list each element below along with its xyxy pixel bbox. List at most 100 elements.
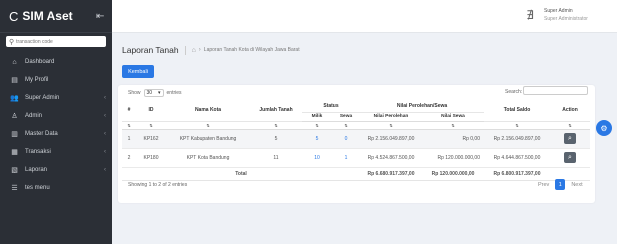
sidebar-item-master-data[interactable]: ▥ Master Data ‹ (0, 125, 112, 143)
sort-icon: ⇅ (136, 121, 166, 130)
settings-float-button[interactable]: ⚙ (596, 120, 612, 136)
search-icon: ⚲ (9, 38, 15, 46)
total-label: Total (122, 167, 360, 181)
brand: C SIM Aset ⇤ (0, 0, 112, 33)
sidebar-item-label: Super Admin (25, 95, 60, 101)
total-nilai-perolehan: Rp 6.680.917.397,00 (360, 167, 422, 181)
entries-select[interactable]: 30 ▾ (143, 89, 164, 97)
sidebar-item-my-profil[interactable]: ▤ My Profil (0, 71, 112, 89)
cell-nilai-perolehan: Rp 2.156.049.897,00 (360, 129, 422, 149)
col-header-action: Action (550, 100, 590, 122)
page-button-current[interactable]: 1 (555, 179, 566, 190)
table-row: 1 KP162 KPT Kabupaten Bandung 5 5 0 Rp 2.156.0… (122, 129, 590, 149)
cell-sewa[interactable]: 0 (332, 129, 360, 149)
table-search-label: Search: (505, 89, 523, 95)
report-icon: ▧ (11, 167, 18, 174)
transaction-code-input[interactable] (16, 38, 97, 45)
cell-milik[interactable]: 5 (302, 129, 332, 149)
entries-info: Showing 1 to 2 of 2 entries (128, 182, 188, 188)
sidebar-item-admin[interactable]: ♙ Admin ‹ (0, 107, 112, 125)
table-row: 2 KP180 KPT Kota Bandung 11 10 1 Rp 4.524.867.… (122, 148, 590, 168)
col-header-nilai-sewa[interactable]: Nilai Sewa (422, 112, 484, 122)
search-icon: ⌕ (568, 154, 572, 161)
prev-page-button[interactable]: Prev (534, 179, 553, 190)
sort-icon: ⇅ (484, 121, 550, 130)
sidebar-item-label: Admin (25, 113, 43, 119)
table-search-input[interactable] (523, 86, 588, 95)
sidebar-item-tes-menu[interactable]: ☰ tes menu (0, 179, 112, 197)
sort-icon: ⇅ (302, 121, 332, 130)
view-detail-button[interactable]: ⌕ (564, 152, 576, 163)
menu-icon: ☰ (11, 185, 18, 192)
user-avatar-icon[interactable]: ∄ (523, 8, 537, 22)
user-role: Super Administrator (544, 16, 588, 22)
col-header-sewa[interactable]: Sewa (332, 112, 360, 122)
total-nilai-sewa: Rp 120.000.000,00 (422, 167, 484, 181)
table-body: 1 KP162 KPT Kabupaten Bandung 5 5 0 Rp 2.156.0… (122, 129, 590, 168)
chevron-left-icon: ‹ (104, 167, 106, 173)
col-header-nilai-group: Nilai Perolehan/Sewa (360, 100, 484, 113)
col-header-status: Status (302, 100, 360, 113)
data-table: # ID Nama Kota Jumlah Tanah Status Nilai… (122, 100, 590, 181)
col-header-nama-kota[interactable]: Nama Kota (166, 100, 250, 122)
sidebar-item-label: My Profil (25, 77, 49, 83)
entries-length-control: Show 30 ▾ entries (128, 89, 182, 97)
page-title: Laporan Tanah (122, 45, 179, 55)
sidebar-nav: ⌂ Dashboard ▤ My Profil 👥 Super Admin ‹ ♙ Admin ‹… (0, 53, 112, 197)
gear-icon: ⚙ (600, 123, 608, 133)
show-label: Show (128, 90, 141, 96)
user-icon: ♙ (11, 113, 18, 120)
col-header-id[interactable]: ID (136, 100, 166, 122)
cell-sewa[interactable]: 1 (332, 148, 360, 168)
pagination: Prev 1 Next (534, 179, 587, 190)
next-page-button[interactable]: Next (567, 179, 586, 190)
cell-action: ⌕ (550, 148, 590, 168)
breadcrumb-divider (184, 45, 186, 55)
col-header-total-saldo[interactable]: Total Saldo (484, 100, 550, 122)
cell-nama-kota: KPT Kabupaten Bandung (166, 129, 250, 149)
total-row: Total Rp 6.680.917.397,00 Rp 120.000.000… (122, 167, 590, 181)
cell-milik[interactable]: 10 (302, 148, 332, 168)
transaction-search[interactable]: ⚲ (6, 36, 106, 47)
sidebar: C SIM Aset ⇤ ⚲ ⌂ Dashboard ▤ My Profil 👥 Supe… (0, 0, 112, 244)
chevron-left-icon: ‹ (104, 149, 106, 155)
cell-action: ⌕ (550, 129, 590, 149)
chevron-left-icon: ‹ (104, 113, 106, 119)
sort-icon: ⇅ (550, 121, 590, 130)
cell-id: KP162 (136, 129, 166, 149)
transaction-icon: ▦ (11, 149, 18, 156)
sort-icon: ⇅ (360, 121, 422, 130)
user-name[interactable]: Super Admin (544, 8, 573, 14)
sidebar-item-label: Master Data (25, 131, 58, 137)
breadcrumb: Laporan Tanah ⌂ › Laporan Tanah Kota di … (122, 45, 300, 55)
sidebar-item-label: Transaksi (25, 149, 51, 155)
app-name: SIM Aset (22, 9, 73, 23)
chevron-left-icon: ‹ (104, 131, 106, 137)
breadcrumb-current: Laporan Tanah Kota di Wilayah Jawa Barat (203, 47, 300, 53)
col-header-nilai-perolehan[interactable]: Nilai Perolehan (360, 112, 422, 122)
view-detail-button[interactable]: ⌕ (564, 133, 576, 144)
col-header-jumlah-tanah[interactable]: Jumlah Tanah (250, 100, 302, 122)
app-logo-icon: C (9, 8, 19, 24)
entries-label: entries (166, 90, 182, 96)
chevron-down-icon: ▾ (158, 90, 161, 96)
cell-nilai-sewa: Rp 120.000.000,00 (422, 148, 484, 168)
cell-id: KP180 (136, 148, 166, 168)
home-icon: ⌂ (12, 58, 17, 66)
sidebar-collapse-icon[interactable]: ⇤ (96, 11, 104, 22)
cell-total-saldo: Rp 4.644.867.500,00 (484, 148, 550, 168)
cell-total-saldo: Rp 2.156.049.897,00 (484, 129, 550, 149)
home-icon[interactable]: ⌂ (192, 47, 196, 54)
database-icon: ▥ (11, 131, 18, 138)
sidebar-item-laporan[interactable]: ▧ Laporan ‹ (0, 161, 112, 179)
sidebar-item-transaksi[interactable]: ▦ Transaksi ‹ (0, 143, 112, 161)
col-header-no[interactable]: # (122, 100, 136, 122)
sidebar-item-label: tes menu (25, 185, 50, 191)
back-button[interactable]: Kembali (122, 65, 154, 78)
col-header-milik[interactable]: Milik (302, 112, 332, 122)
sidebar-item-dashboard[interactable]: ⌂ Dashboard (0, 53, 112, 71)
sidebar-item-super-admin[interactable]: 👥 Super Admin ‹ (0, 89, 112, 107)
cell-no: 2 (122, 148, 136, 168)
chevron-left-icon: ‹ (104, 95, 106, 101)
cell-no: 1 (122, 129, 136, 149)
